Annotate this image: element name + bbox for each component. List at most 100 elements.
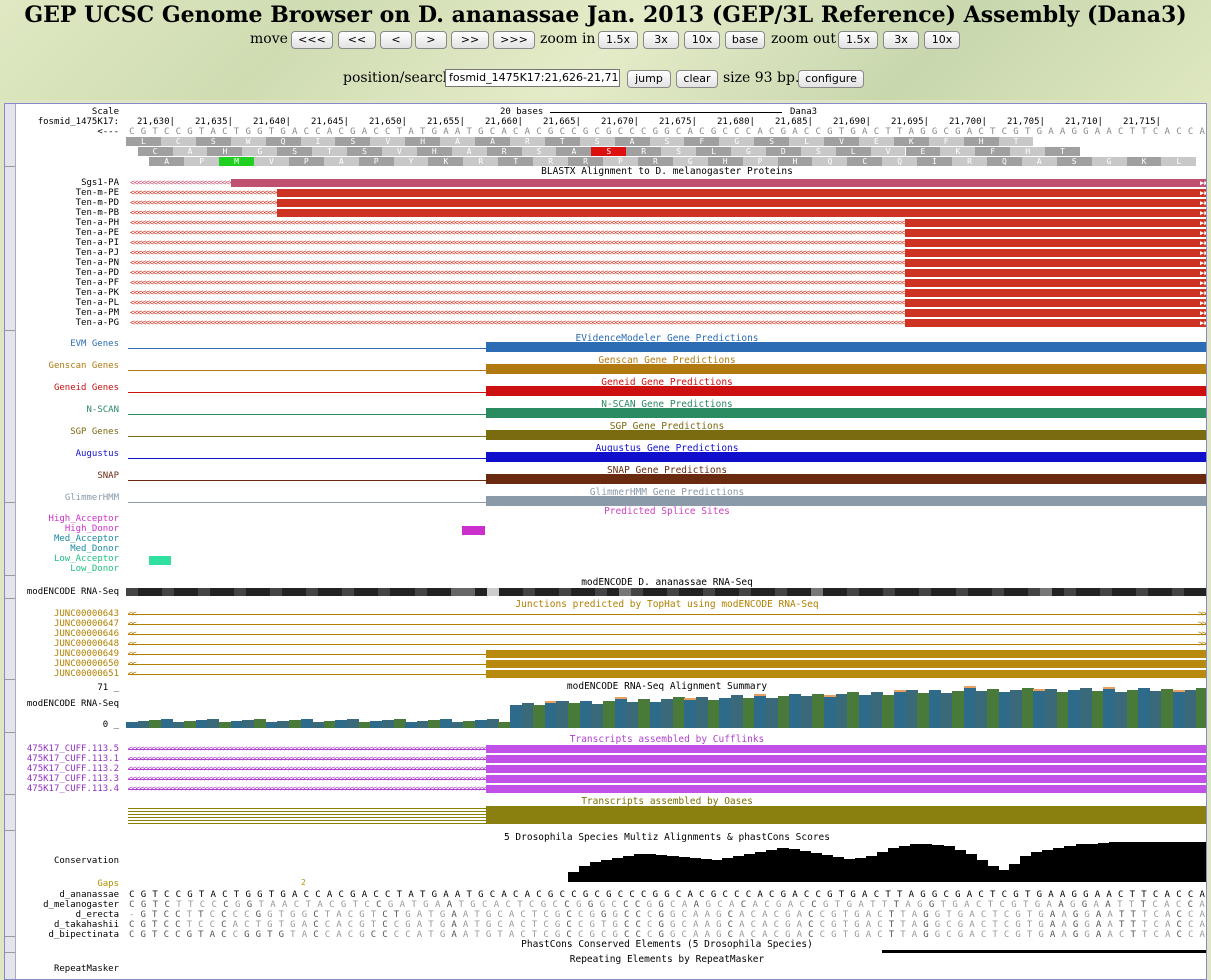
gene-exon-block[interactable]	[486, 342, 1206, 352]
gene-exon-block[interactable]	[486, 496, 1206, 506]
rnaseq-label[interactable]: modENCODE RNA-Seq	[27, 587, 119, 597]
rnaseq-coverage-cell[interactable]	[642, 588, 656, 596]
rnaseq-coverage-cell[interactable]	[186, 588, 199, 596]
rnaseq-coverage-cell[interactable]	[787, 588, 800, 596]
cufflinks-exon[interactable]	[486, 765, 1206, 773]
blastx-feature[interactable]	[905, 319, 1206, 327]
rnaseq-coverage-cell[interactable]	[246, 588, 259, 596]
zoom-in-10x-button[interactable]: 10x	[684, 31, 720, 49]
rnaseq-coverage-cell[interactable]	[522, 588, 536, 596]
rnaseq-coverage-cell[interactable]	[654, 588, 668, 596]
rnaseq-coverage-cell[interactable]	[883, 588, 896, 596]
rnaseq-coverage-cell[interactable]	[943, 588, 957, 596]
rnaseq-coverage-cell[interactable]	[162, 588, 175, 596]
gene-track-label[interactable]: Augustus	[76, 449, 119, 459]
rnaseq-coverage-cell[interactable]	[1123, 588, 1137, 596]
chrom-label[interactable]: fosmid_1475K17:	[38, 117, 119, 127]
blastx-feature[interactable]	[905, 279, 1206, 287]
zoom-in-base-button[interactable]: base	[725, 31, 765, 49]
cufflinks-label[interactable]: 475K17_CUFF.113.5	[27, 744, 119, 754]
position-input[interactable]: fosmid_1475K17:21,626-21,718	[445, 69, 620, 87]
gene-exon-block[interactable]	[486, 430, 1206, 440]
junction-label[interactable]: JUNC00000649	[54, 649, 119, 659]
rnaseq-coverage-cell[interactable]	[198, 588, 211, 596]
zoom-out-1-5x-button[interactable]: 1.5x	[838, 31, 878, 49]
jump-button[interactable]: jump	[627, 70, 671, 88]
gene-exon-block[interactable]	[486, 452, 1206, 462]
blastx-label[interactable]: Ten-m-PE	[76, 188, 119, 198]
blastx-feature[interactable]	[905, 269, 1206, 277]
species-label[interactable]: d_melanogaster	[43, 900, 119, 910]
rnaseq-coverage-cell[interactable]	[390, 588, 403, 596]
rnaseq-coverage-cell[interactable]	[234, 588, 247, 596]
move-right-more-button[interactable]: >>	[451, 31, 489, 49]
summary-label[interactable]: modENCODE RNA-Seq	[27, 699, 119, 709]
rnaseq-coverage-cell[interactable]	[210, 588, 223, 596]
splice-label[interactable]: Low_Acceptor	[54, 554, 119, 564]
conservation-label[interactable]: Conservation	[54, 856, 119, 866]
species-label[interactable]: d_erecta	[76, 910, 119, 920]
blastx-feature[interactable]	[905, 239, 1206, 247]
cufflinks-exon[interactable]	[486, 775, 1206, 783]
splice-label[interactable]: Low_Donor	[70, 564, 119, 574]
blastx-label[interactable]: Ten-a-PN	[76, 258, 119, 268]
rnaseq-coverage-cell[interactable]	[1003, 588, 1017, 596]
splice-label[interactable]: Med_Donor	[70, 544, 119, 554]
species-label[interactable]: d_takahashii	[54, 920, 119, 930]
cufflinks-exon[interactable]	[486, 785, 1206, 793]
rnaseq-coverage-cell[interactable]	[486, 588, 500, 596]
rnaseq-coverage-cell[interactable]	[474, 588, 488, 596]
cufflinks-label[interactable]: 475K17_CUFF.113.1	[27, 754, 119, 764]
rnaseq-coverage-cell[interactable]	[378, 588, 391, 596]
rnaseq-coverage-cell[interactable]	[498, 588, 512, 596]
repeatmasker-label[interactable]: RepeatMasker	[54, 964, 119, 974]
blastx-label[interactable]: Ten-a-PL	[76, 298, 119, 308]
gene-track-label[interactable]: Genscan Genes	[49, 361, 119, 371]
rnaseq-coverage-cell[interactable]	[414, 588, 428, 596]
rnaseq-coverage-cell[interactable]	[847, 588, 860, 596]
rnaseq-coverage-cell[interactable]	[1159, 588, 1173, 596]
rnaseq-coverage-cell[interactable]	[1051, 588, 1065, 596]
gene-exon-block[interactable]	[486, 364, 1206, 374]
species-label[interactable]: d_bipectinata	[49, 930, 119, 940]
rnaseq-coverage-cell[interactable]	[763, 588, 776, 596]
browser-image[interactable]: Scale fosmid_1475K17: <--- 20 bases Dana3 21,…	[4, 103, 1207, 980]
rnaseq-coverage-cell[interactable]	[871, 588, 884, 596]
rnaseq-coverage-cell[interactable]	[727, 588, 740, 596]
junction-block[interactable]	[486, 670, 1206, 678]
rnaseq-coverage-cell[interactable]	[174, 588, 187, 596]
move-left-button[interactable]: <	[380, 31, 412, 49]
rnaseq-coverage-cell[interactable]	[811, 588, 824, 596]
rnaseq-coverage-cell[interactable]	[282, 588, 295, 596]
rnaseq-coverage-cell[interactable]	[1147, 588, 1161, 596]
rnaseq-coverage-cell[interactable]	[1099, 588, 1113, 596]
rnaseq-coverage-cell[interactable]	[342, 588, 355, 596]
rnaseq-coverage-cell[interactable]	[306, 588, 319, 596]
blastx-feature[interactable]	[905, 299, 1206, 307]
clear-button[interactable]: clear	[676, 70, 718, 88]
rnaseq-coverage-cell[interactable]	[354, 588, 367, 596]
junction-block[interactable]	[486, 660, 1206, 668]
blastx-label[interactable]: Ten-a-PF	[76, 278, 119, 288]
rnaseq-coverage-cell[interactable]	[570, 588, 584, 596]
rnaseq-coverage-cell[interactable]	[270, 588, 283, 596]
rnaseq-coverage-cell[interactable]	[630, 588, 644, 596]
move-left-more-button[interactable]: <<	[338, 31, 376, 49]
rnaseq-coverage-cell[interactable]	[775, 588, 788, 596]
rnaseq-coverage-cell[interactable]	[751, 588, 764, 596]
rnaseq-coverage-cell[interactable]	[895, 588, 908, 596]
configure-button[interactable]: configure	[798, 70, 864, 88]
move-far-left-button[interactable]: <<<	[291, 31, 333, 49]
rnaseq-coverage-cell[interactable]	[366, 588, 379, 596]
scale-label[interactable]: Scale	[92, 107, 119, 117]
blastx-label[interactable]: Ten-m-PD	[76, 198, 119, 208]
cufflinks-exon[interactable]	[486, 755, 1206, 763]
rnaseq-coverage-cell[interactable]	[150, 588, 163, 596]
gene-track-label[interactable]: N-SCAN	[86, 405, 119, 415]
rnaseq-coverage-cell[interactable]	[931, 588, 944, 596]
rnaseq-coverage-cell[interactable]	[979, 588, 993, 596]
rnaseq-coverage-cell[interactable]	[835, 588, 848, 596]
cufflinks-label[interactable]: 475K17_CUFF.113.3	[27, 774, 119, 784]
rnaseq-coverage-cell[interactable]	[510, 588, 524, 596]
high-donor-site[interactable]	[462, 526, 485, 535]
